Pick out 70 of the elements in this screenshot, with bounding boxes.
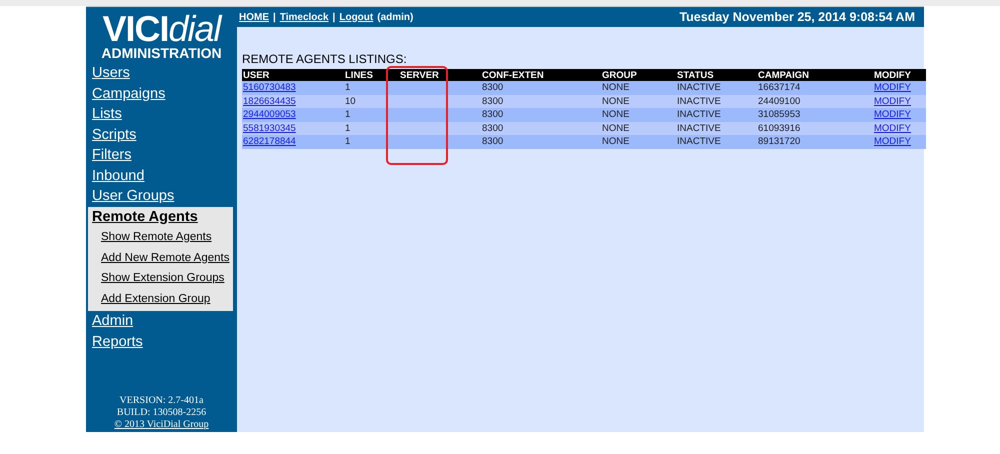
- nav-link[interactable]: Lists: [86, 104, 122, 124]
- top-link[interactable]: Timeclock: [280, 12, 329, 22]
- table-cell: 8300: [482, 122, 504, 134]
- nav-link[interactable]: Reports: [86, 332, 143, 352]
- logo: VICIdial: [102, 13, 224, 45]
- nav-link[interactable]: Scripts: [86, 124, 136, 145]
- logo-subtitle: ADMINISTRATION: [100, 45, 223, 61]
- table-cell: 8300: [482, 96, 504, 106]
- table-cell: NONE: [602, 96, 630, 106]
- nav-link[interactable]: User Groups: [86, 186, 174, 206]
- table-link[interactable]: MODIFY: [874, 122, 911, 134]
- nav-link[interactable]: Campaigns: [86, 84, 166, 104]
- table-cell: 89131720: [758, 136, 800, 147]
- separator-text: |: [332, 12, 336, 22]
- table-link[interactable]: MODIFY: [874, 136, 911, 147]
- table-cell: NONE: [602, 136, 630, 147]
- table-cell: INACTIVE: [677, 82, 721, 93]
- nav-link[interactable]: Admin: [86, 311, 134, 332]
- table-cell: 1: [345, 136, 350, 147]
- table-cell: INACTIVE: [677, 96, 721, 106]
- table-link[interactable]: MODIFY: [874, 96, 911, 106]
- table-cell: NONE: [602, 109, 630, 120]
- copyright-link[interactable]: © 2013 ViciDial Group: [86, 419, 237, 432]
- listing-title: REMOTE AGENTS LISTINGS:: [242, 53, 408, 65]
- separator-text: |: [273, 12, 276, 22]
- column-header: CAMPAIGN: [758, 70, 810, 81]
- table-link[interactable]: 2944009053: [243, 109, 296, 120]
- table-cell: INACTIVE: [677, 109, 721, 120]
- version-text: VERSION: 2.7-401a: [118, 395, 204, 407]
- top-link[interactable]: Logout: [339, 12, 374, 22]
- column-header: STATUS: [677, 70, 714, 81]
- column-header: USER: [243, 70, 270, 81]
- table-link[interactable]: 5581930345: [243, 122, 296, 134]
- table-cell: NONE: [602, 82, 630, 93]
- table-cell: 31085953: [758, 109, 800, 120]
- table-cell: NONE: [602, 122, 630, 134]
- column-header: GROUP: [602, 70, 637, 81]
- table-cell: 16637174: [758, 82, 800, 93]
- table-link[interactable]: 6282178844: [243, 136, 296, 147]
- table-link[interactable]: 1826634435: [243, 96, 296, 106]
- table-cell: 8300: [482, 136, 504, 147]
- table-cell: 1: [345, 109, 350, 120]
- table-cell: 61093916: [758, 122, 800, 134]
- table-cell: INACTIVE: [677, 122, 721, 134]
- table-cell: 8300: [482, 82, 504, 93]
- table-cell: 1: [345, 82, 350, 93]
- table-cell: 1: [345, 122, 350, 134]
- table-cell: 8300: [482, 109, 504, 120]
- column-header: CONF-EXTEN: [482, 70, 544, 81]
- table-cell: INACTIVE: [677, 136, 721, 147]
- table-link[interactable]: MODIFY: [874, 82, 911, 93]
- datetime-text: Tuesday November 25, 2014 9:08:54 AM: [679, 10, 915, 24]
- column-header: LINES: [345, 70, 373, 81]
- username-text: (admin): [377, 12, 414, 22]
- table-link[interactable]: MODIFY: [874, 109, 911, 120]
- top-link[interactable]: HOME: [239, 12, 269, 22]
- table-cell: 10: [345, 96, 356, 106]
- table-link[interactable]: 5160730483: [243, 82, 296, 93]
- subnav-link[interactable]: Add Extension Group: [88, 288, 210, 309]
- column-header: MODIFY: [874, 70, 911, 81]
- subnav-link[interactable]: Show Remote Agents: [88, 227, 212, 248]
- nav-link[interactable]: Users: [86, 63, 130, 84]
- subnav-link[interactable]: Show Extension Groups: [88, 268, 224, 288]
- table-cell: 24409100: [758, 96, 800, 106]
- build-text: BUILD: 130508-2256: [116, 407, 208, 419]
- subnav-link[interactable]: Add New Remote Agents: [88, 248, 230, 268]
- nav-link[interactable]: Filters: [86, 145, 132, 166]
- column-header: SERVER: [400, 70, 439, 81]
- nav-link[interactable]: Remote Agents: [88, 206, 198, 227]
- nav-link[interactable]: Inbound: [86, 166, 144, 186]
